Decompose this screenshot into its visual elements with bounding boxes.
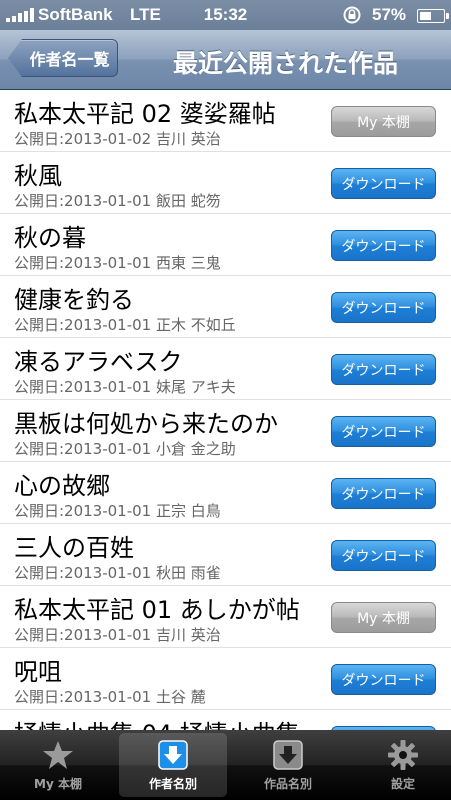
navigation-bar: 作者名一覧 最近公開された作品	[0, 30, 451, 90]
list-item[interactable]: 三人の百姓公開日:2013-01-01 秋田 雨雀 ダウンロード	[0, 524, 451, 586]
works-list[interactable]: 私本太平記 02 婆娑羅帖 公開日:2013-01-02 吉川 英治 My 本棚 秋風…	[0, 90, 451, 730]
list-item[interactable]: 凍るアラベスク公開日:2013-01-01 妹尾 アキ夫 ダウンロード	[0, 338, 451, 400]
list-item[interactable]: 心の故郷公開日:2013-01-01 正宗 白鳥 ダウンロード	[0, 462, 451, 524]
my-bookshelf-button[interactable]: My 本棚	[331, 106, 436, 137]
work-title: 私本太平記 01 あしかが帖	[14, 596, 300, 624]
status-bar: SoftBank LTE 15:32 57%	[0, 0, 451, 30]
battery-percent: 57%	[372, 5, 407, 24]
rotation-lock-icon	[343, 6, 361, 24]
page-title: 最近公開された作品	[172, 49, 398, 78]
gear-icon	[387, 739, 419, 771]
list-item[interactable]: 抒情小曲集 04 抒情小曲集ダウンロード	[0, 710, 451, 730]
download-button[interactable]: ダウンロード	[331, 354, 436, 385]
work-meta: 公開日:2013-01-01 西東 三鬼	[14, 254, 221, 272]
work-title: 黒板は何処から来たのか	[14, 410, 278, 438]
download-button[interactable]: ダウンロード	[331, 292, 436, 323]
work-meta: 公開日:2013-01-01 正木 不如丘	[14, 316, 236, 334]
my-bookshelf-button[interactable]: My 本棚	[331, 602, 436, 633]
download-button[interactable]: ダウンロード	[331, 664, 436, 695]
work-title: 秋の暮	[14, 224, 86, 252]
download-button[interactable]: ダウンロード	[331, 230, 436, 261]
work-meta: 公開日:2013-01-01 吉川 英治	[14, 626, 221, 644]
list-item[interactable]: 私本太平記 02 婆娑羅帖公開日:2013-01-02 吉川 英治 My 本棚	[0, 90, 451, 152]
list-item[interactable]: 健康を釣る公開日:2013-01-01 正木 不如丘 ダウンロード	[0, 276, 451, 338]
work-title: 三人の百姓	[14, 534, 134, 562]
work-title: 呪咀	[14, 658, 62, 686]
work-title: 私本太平記 02 婆娑羅帖	[14, 100, 276, 128]
tab-my-bookshelf[interactable]: My 本棚	[4, 733, 112, 797]
tab-label: 設定	[390, 777, 415, 791]
work-meta: 公開日:2013-01-01 秋田 雨雀	[14, 564, 221, 582]
back-button[interactable]: 作者名一覧	[8, 39, 118, 77]
back-button-label: 作者名一覧	[29, 50, 110, 69]
list-item[interactable]: 黒板は何処から来たのか公開日:2013-01-01 小倉 金之助 ダウンロード	[0, 400, 451, 462]
tab-by-title[interactable]: 作品名別	[234, 733, 342, 797]
download-button[interactable]: ダウンロード	[331, 168, 436, 199]
work-title: 秋風	[14, 162, 62, 190]
download-author-icon	[157, 739, 189, 771]
tab-label: 作品名別	[263, 777, 312, 791]
download-button[interactable]: ダウンロード	[331, 478, 436, 509]
tab-label: My 本棚	[34, 777, 82, 791]
tab-label: 作者名別	[148, 777, 197, 791]
work-meta: 公開日:2013-01-01 妹尾 アキ夫	[14, 378, 236, 396]
list-item[interactable]: 呪咀公開日:2013-01-01 土谷 麓 ダウンロード	[0, 648, 451, 710]
battery-icon	[417, 9, 449, 23]
work-title: 凍るアラベスク	[14, 348, 183, 376]
tab-bar: My 本棚 作者名別 作品名別 設定	[0, 730, 451, 800]
list-item[interactable]: 秋の暮公開日:2013-01-01 西東 三鬼 ダウンロード	[0, 214, 451, 276]
work-title: 抒情小曲集 04 抒情小曲集	[14, 714, 300, 730]
download-button[interactable]: ダウンロード	[331, 416, 436, 447]
download-title-icon	[272, 739, 304, 771]
tab-by-author[interactable]: 作者名別	[119, 733, 227, 797]
tab-settings[interactable]: 設定	[349, 733, 451, 797]
list-item[interactable]: 秋風公開日:2013-01-01 飯田 蛇笏 ダウンロード	[0, 152, 451, 214]
work-title: 健康を釣る	[14, 286, 134, 314]
work-meta: 公開日:2013-01-01 小倉 金之助	[14, 440, 236, 458]
star-icon	[42, 739, 74, 771]
work-meta: 公開日:2013-01-01 正宗 白鳥	[14, 502, 221, 520]
work-title: 心の故郷	[14, 472, 110, 500]
work-meta: 公開日:2013-01-01 土谷 麓	[14, 688, 206, 706]
work-meta: 公開日:2013-01-02 吉川 英治	[14, 130, 221, 148]
list-item[interactable]: 私本太平記 01 あしかが帖公開日:2013-01-01 吉川 英治 My 本棚	[0, 586, 451, 648]
download-button[interactable]: ダウンロード	[331, 540, 436, 571]
work-meta: 公開日:2013-01-01 飯田 蛇笏	[14, 192, 221, 210]
